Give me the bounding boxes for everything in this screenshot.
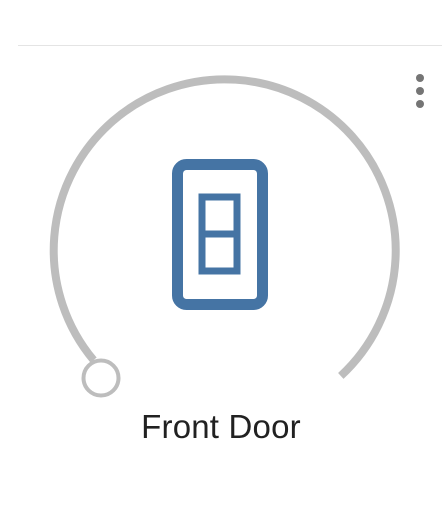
device-name: Front Door — [141, 408, 301, 445]
door-lock-icon[interactable] — [172, 159, 268, 310]
dial-track — [49, 75, 400, 379]
dial-thumb[interactable] — [81, 358, 121, 398]
